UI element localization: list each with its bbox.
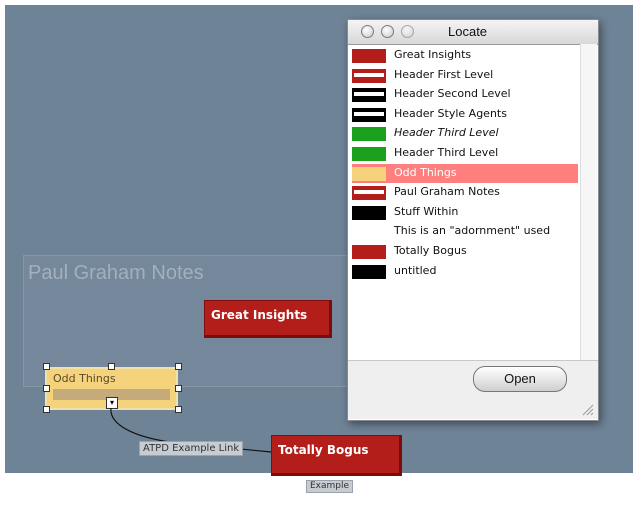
resize-handle-top-right[interactable] xyxy=(175,363,182,370)
color-swatch xyxy=(352,147,386,161)
locate-list-item[interactable]: Header Third Level xyxy=(352,144,578,163)
locate-list-item-label: Great Insights xyxy=(394,48,472,61)
link-port-icon[interactable]: ▾ xyxy=(106,397,118,409)
resize-handle-middle-left[interactable] xyxy=(43,385,50,392)
locate-list-item[interactable]: Great Insights xyxy=(352,46,578,65)
resize-handle-top-left[interactable] xyxy=(43,363,50,370)
color-swatch xyxy=(352,245,386,259)
color-swatch xyxy=(352,68,386,83)
locate-list-item[interactable]: Stuff Within xyxy=(352,203,578,222)
locate-list-item-label: untitled xyxy=(394,263,437,277)
resize-handle-top-middle[interactable] xyxy=(108,363,115,370)
zoom-window-button[interactable] xyxy=(401,25,414,38)
app-screen: Paul Graham Notes Great Insights Odd Thi… xyxy=(0,0,643,505)
locate-list-item[interactable]: untitled xyxy=(352,262,578,281)
locate-list-item[interactable]: Header Second Level xyxy=(352,85,578,104)
locate-list-item-label: Header Second Level xyxy=(394,87,511,101)
color-swatch xyxy=(352,127,386,142)
locate-list-item-label: Paul Graham Notes xyxy=(394,185,500,199)
locate-list-item[interactable]: Paul Graham Notes xyxy=(352,183,578,202)
color-swatch xyxy=(352,264,386,279)
color-swatch xyxy=(352,88,386,103)
minimize-window-button[interactable] xyxy=(381,25,394,38)
resize-handle-middle-right[interactable] xyxy=(175,385,182,392)
locate-list-item[interactable]: Header Third Level xyxy=(352,124,578,143)
color-swatch xyxy=(352,166,386,181)
link-label-atpd-example[interactable]: ATPD Example Link xyxy=(139,441,244,456)
resize-handle-bottom-left[interactable] xyxy=(43,406,50,413)
note-totally-bogus-label: Totally Bogus xyxy=(278,443,369,457)
locate-list-item-label: Header Third Level xyxy=(394,126,499,140)
resize-handle-bottom-right[interactable] xyxy=(175,406,182,413)
locate-window-title: Locate xyxy=(448,24,488,39)
locate-list-item[interactable]: Header First Level xyxy=(352,66,578,85)
locate-list-item-label: Header First Level xyxy=(394,67,494,81)
locate-list-item[interactable]: Odd Things xyxy=(352,163,578,183)
locate-list-item-label: Odd Things xyxy=(394,165,457,179)
color-swatch xyxy=(352,186,386,201)
note-great-insights-label: Great Insights xyxy=(211,308,308,322)
note-great-insights[interactable]: Great Insights xyxy=(204,300,332,338)
locate-list-item[interactable]: Totally Bogus xyxy=(352,242,578,261)
locate-list[interactable]: Great Insights Header First Level Header S… xyxy=(352,46,578,346)
locate-list-item-label: Stuff Within xyxy=(394,204,459,218)
locate-list-item-label: This is an "adornment" used xyxy=(394,224,551,238)
open-button[interactable]: Open xyxy=(473,366,567,392)
note-totally-bogus[interactable]: Totally Bogus xyxy=(271,435,402,476)
adornment-title: Paul Graham Notes xyxy=(28,262,204,284)
locate-list-item-label: Header Style Agents xyxy=(394,106,507,120)
resize-grip-icon[interactable] xyxy=(580,402,594,416)
locate-titlebar[interactable]: Locate xyxy=(348,20,598,45)
locate-list-item[interactable]: This is an "adornment" used xyxy=(352,222,578,241)
color-swatch xyxy=(352,49,386,63)
note-odd-things-label: Odd Things xyxy=(53,372,116,385)
locate-list-item[interactable]: Header Style Agents xyxy=(352,105,578,124)
locate-list-scrollbar[interactable] xyxy=(580,44,597,360)
locate-list-item-label: Header Third Level xyxy=(394,146,499,159)
locate-list-item-label: Totally Bogus xyxy=(394,244,467,257)
color-swatch xyxy=(352,205,386,220)
link-label-example[interactable]: Example xyxy=(306,480,354,493)
close-window-button[interactable] xyxy=(361,25,374,38)
locate-window[interactable]: Locate Great Insights Header First Level H… xyxy=(347,19,599,421)
color-swatch xyxy=(352,107,386,122)
